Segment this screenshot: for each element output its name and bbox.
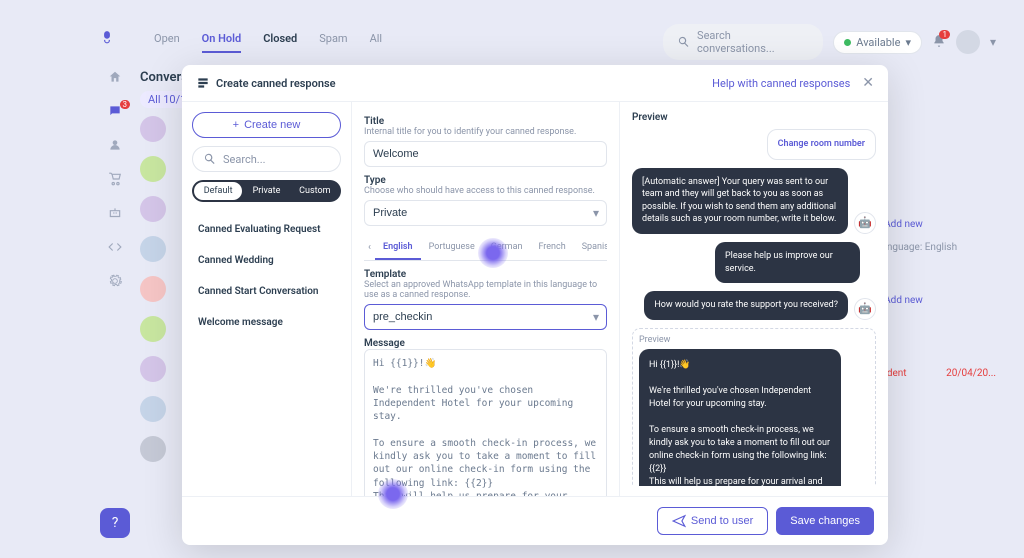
message-textarea[interactable]: Hi {{1}}!👋 We're thrilled you've chosen … <box>364 349 607 496</box>
save-changes-button[interactable]: Save changes <box>776 507 874 535</box>
type-label: Type <box>364 175 607 186</box>
close-button[interactable]: ✕ <box>862 75 874 91</box>
canned-item[interactable]: Canned Wedding <box>192 247 341 274</box>
preview-message: Hi {{1}}!👋 We're thrilled you've chosen … <box>639 349 841 486</box>
canned-item[interactable]: Welcome message <box>192 309 341 336</box>
title-input[interactable] <box>364 141 607 167</box>
preview-tag: Preview <box>639 335 869 345</box>
message-label: Message <box>364 338 607 349</box>
seg-private[interactable]: Private <box>242 182 290 200</box>
rail-cart-icon[interactable] <box>108 172 126 190</box>
send-to-user-button[interactable]: Send to user <box>657 507 768 535</box>
title-label: Title <box>364 116 607 127</box>
preview-label: Preview <box>632 112 876 123</box>
rate-bubble: How would you rate the support you recei… <box>644 291 848 320</box>
bot-icon: 🤖 <box>854 212 876 234</box>
plus-icon: + <box>233 119 239 131</box>
chevron-down-icon: ▾ <box>593 206 599 220</box>
canned-item[interactable]: Canned Evaluating Request <box>192 216 341 243</box>
chevron-down-icon: ▾ <box>905 36 911 49</box>
help-link[interactable]: Help with canned responses <box>712 77 850 90</box>
lang-tab-spanish[interactable]: Spanish <box>574 236 607 260</box>
search-placeholder: Search conversations... <box>697 29 809 55</box>
availability-toggle[interactable]: Available ▾ <box>833 31 922 54</box>
tab-spam[interactable]: Spam <box>319 32 347 53</box>
lang-tab-english[interactable]: English <box>375 236 421 260</box>
lang-prev[interactable]: ‹ <box>364 236 375 260</box>
rail-bot-icon[interactable] <box>108 206 126 224</box>
tab-closed[interactable]: Closed <box>263 32 297 53</box>
seg-default[interactable]: Default <box>194 182 242 200</box>
chevron-down-icon[interactable]: ▾ <box>990 35 996 49</box>
rail-home-icon[interactable] <box>108 70 126 88</box>
rail-settings-icon[interactable] <box>108 274 126 292</box>
template-label: Template <box>364 269 607 280</box>
search-canned-input[interactable]: Search... <box>192 146 341 172</box>
lang-tab-portuguese[interactable]: Portuguese <box>421 236 483 260</box>
search-conversations[interactable]: Search conversations... <box>663 24 823 60</box>
notifications-button[interactable]: 1 <box>932 34 946 51</box>
search-icon <box>203 152 217 166</box>
search-icon <box>677 35 691 49</box>
app-logo <box>100 30 124 54</box>
title-sub: Internal title for you to identify your … <box>364 127 607 137</box>
type-select[interactable] <box>364 200 607 226</box>
visibility-segment: Default Private Custom <box>192 180 341 202</box>
bot-icon: 🤖 <box>854 298 876 320</box>
lang-tab-german[interactable]: German <box>483 236 531 260</box>
create-new-button[interactable]: + Create new <box>192 112 341 138</box>
canned-icon <box>196 76 210 90</box>
improve-bubble: Please help us improve our service. <box>715 242 860 283</box>
status-dot <box>844 39 851 46</box>
user-avatar[interactable] <box>956 30 980 54</box>
rail-chat-icon[interactable]: 3 <box>108 104 126 122</box>
tab-open[interactable]: Open <box>154 32 180 53</box>
modal-title: Create canned response <box>216 77 336 90</box>
type-sub: Choose who should have access to this ca… <box>364 186 607 196</box>
chevron-down-icon: ▾ <box>593 310 599 324</box>
rail-code-icon[interactable] <box>108 240 126 258</box>
date-label: 20/04/20... <box>946 368 996 379</box>
notification-count: 1 <box>939 30 950 39</box>
canned-item[interactable]: Canned Start Conversation <box>192 278 341 305</box>
help-button[interactable]: ? <box>100 508 130 538</box>
change-room-button[interactable]: Change room number <box>767 129 876 160</box>
send-icon <box>672 514 686 528</box>
language-label: Language: English <box>876 242 957 253</box>
template-sub: Select an approved WhatsApp template in … <box>364 280 607 300</box>
lang-tab-french[interactable]: French <box>530 236 573 260</box>
tab-all[interactable]: All <box>370 32 383 53</box>
seg-custom[interactable]: Custom <box>291 182 339 200</box>
auto-answer-bubble: [Automatic answer] Your query was sent t… <box>632 168 848 234</box>
rail-people-icon[interactable] <box>108 138 126 156</box>
tab-onhold[interactable]: On Hold <box>202 32 242 53</box>
template-select[interactable] <box>364 304 607 330</box>
